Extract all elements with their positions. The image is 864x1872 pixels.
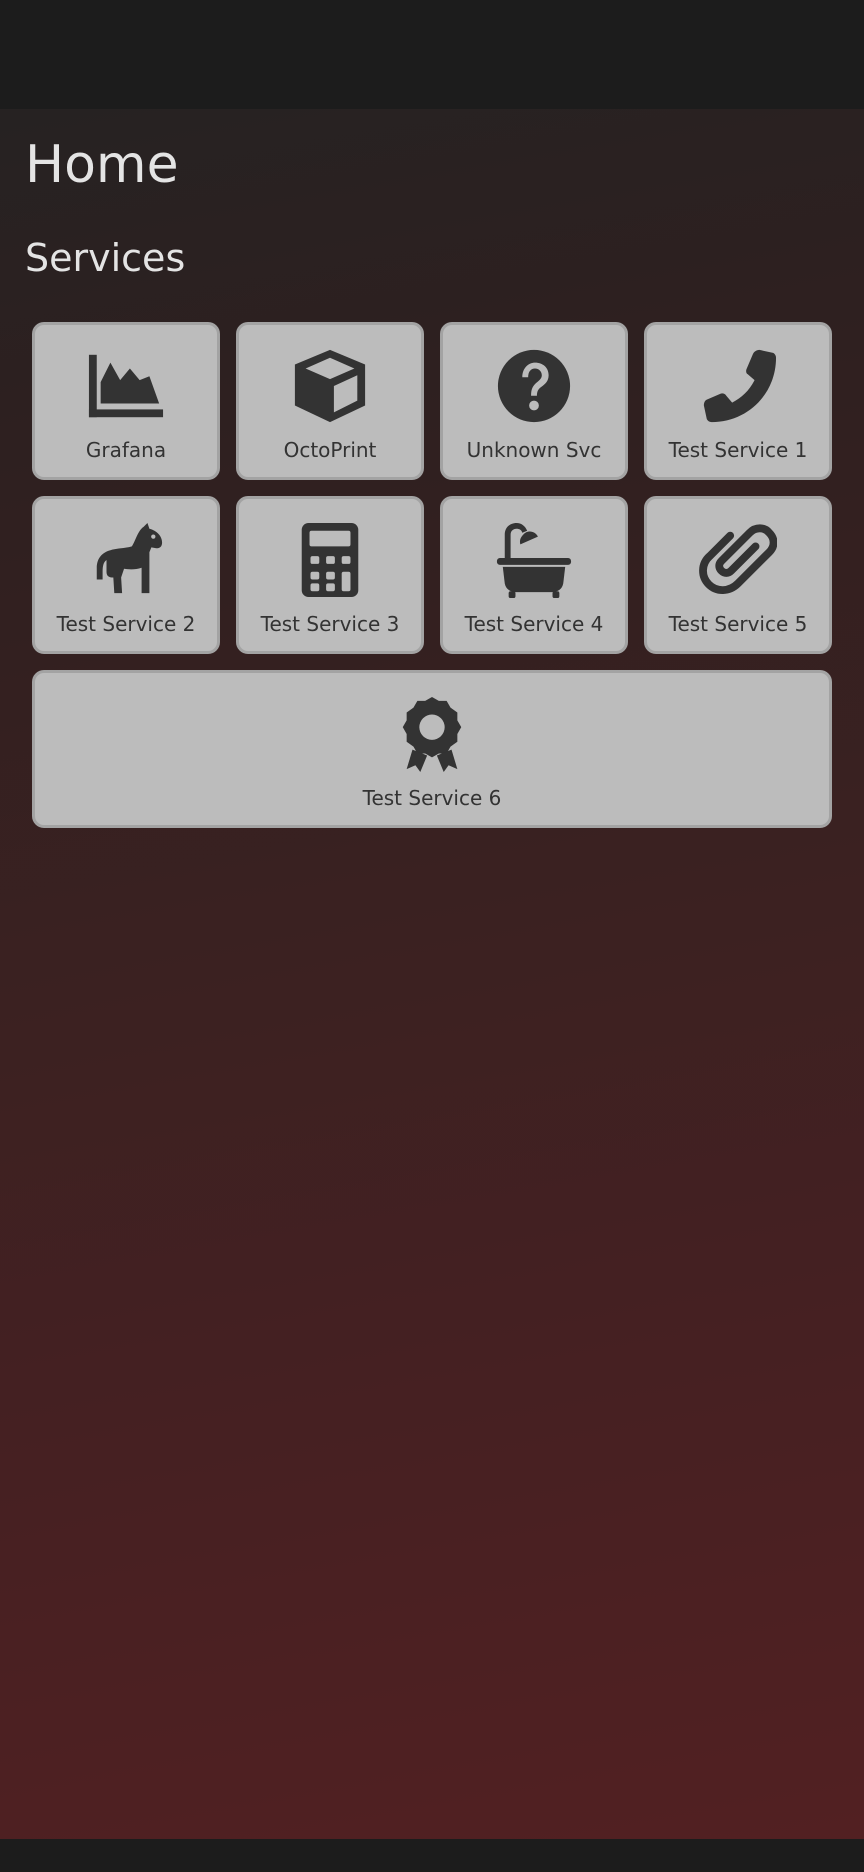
service-label: Test Service 4 xyxy=(464,612,604,636)
service-label: Test Service 6 xyxy=(362,786,502,810)
service-tile-test-service-1[interactable]: Test Service 1 xyxy=(644,322,832,480)
service-label: Test Service 5 xyxy=(668,612,808,636)
phone-icon xyxy=(699,347,777,425)
services-grid: Grafana OctoPrint Unknown Svc Test Servi… xyxy=(32,322,834,828)
service-tile-test-service-3[interactable]: Test Service 3 xyxy=(236,496,424,654)
area-chart-icon xyxy=(87,347,165,425)
page-title: Home xyxy=(25,135,179,195)
service-label: Unknown Svc xyxy=(466,438,602,462)
cube-icon xyxy=(291,347,369,425)
service-tile-test-service-2[interactable]: Test Service 2 xyxy=(32,496,220,654)
service-tile-test-service-5[interactable]: Test Service 5 xyxy=(644,496,832,654)
question-circle-icon xyxy=(495,347,573,425)
service-label: OctoPrint xyxy=(283,438,377,462)
service-label: Test Service 2 xyxy=(56,612,196,636)
service-label: Test Service 1 xyxy=(668,438,808,462)
paperclip-icon xyxy=(699,521,777,599)
calculator-icon xyxy=(291,521,369,599)
service-tile-test-service-6[interactable]: Test Service 6 xyxy=(32,670,832,828)
section-title: Services xyxy=(25,236,186,280)
bottom-navigation-bar xyxy=(0,1839,864,1872)
service-label: Grafana xyxy=(85,438,167,462)
horse-icon xyxy=(87,521,165,599)
service-label: Test Service 3 xyxy=(260,612,400,636)
service-tile-unknown-svc[interactable]: Unknown Svc xyxy=(440,322,628,480)
service-tile-grafana[interactable]: Grafana xyxy=(32,322,220,480)
bath-icon xyxy=(495,521,573,599)
award-icon xyxy=(393,695,471,773)
service-tile-test-service-4[interactable]: Test Service 4 xyxy=(440,496,628,654)
top-status-bar xyxy=(0,0,864,109)
service-tile-octoprint[interactable]: OctoPrint xyxy=(236,322,424,480)
